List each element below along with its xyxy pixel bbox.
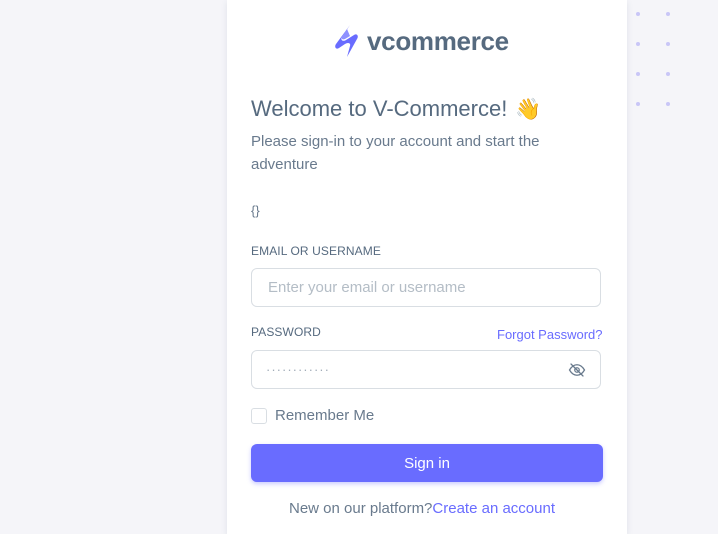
email-field-container — [251, 268, 601, 307]
password-mask: ············ — [266, 362, 330, 377]
email-label: EMAIL OR USERNAME — [251, 244, 381, 258]
welcome-heading: Welcome to V-Commerce! 👋 — [251, 96, 542, 122]
brand-logo-icon — [335, 25, 358, 57]
decorative-dot — [636, 42, 640, 46]
remember-me-checkbox[interactable] — [251, 407, 267, 424]
decorative-dot — [666, 102, 670, 106]
sign-in-button[interactable]: Sign in — [251, 444, 603, 482]
decorative-dot — [636, 72, 640, 76]
welcome-subtitle: Please sign-in to your account and start… — [251, 133, 540, 173]
decorative-dot — [666, 12, 670, 16]
welcome-title: Welcome to V-Commerce! — [251, 96, 508, 121]
signup-text: New on our platform? — [289, 500, 433, 517]
password-label: PASSWORD — [251, 325, 321, 339]
create-account-link[interactable]: Create an account — [432, 500, 555, 517]
eye-off-icon[interactable] — [568, 361, 586, 379]
email-field[interactable] — [266, 278, 586, 297]
waving-hand-icon: 👋 — [515, 97, 542, 121]
signup-prompt: New on our platform?Create an account — [289, 500, 555, 517]
remember-me-label: Remember Me — [275, 407, 375, 424]
decorative-dot — [666, 72, 670, 76]
login-page: vcommerce Welcome to V-Commerce! 👋 Pleas… — [0, 0, 718, 534]
debug-text: {} — [251, 203, 260, 218]
login-card: vcommerce Welcome to V-Commerce! 👋 Pleas… — [227, 0, 627, 534]
password-field[interactable]: ············ — [251, 350, 601, 389]
brand-name: vcommerce — [367, 25, 509, 56]
remember-me[interactable]: Remember Me — [251, 407, 374, 424]
brand[interactable]: vcommerce — [335, 24, 509, 58]
decorative-dot — [636, 102, 640, 106]
forgot-password-link[interactable]: Forgot Password? — [497, 327, 603, 342]
decorative-dots — [630, 8, 680, 108]
decorative-dot — [636, 12, 640, 16]
decorative-dot — [666, 42, 670, 46]
